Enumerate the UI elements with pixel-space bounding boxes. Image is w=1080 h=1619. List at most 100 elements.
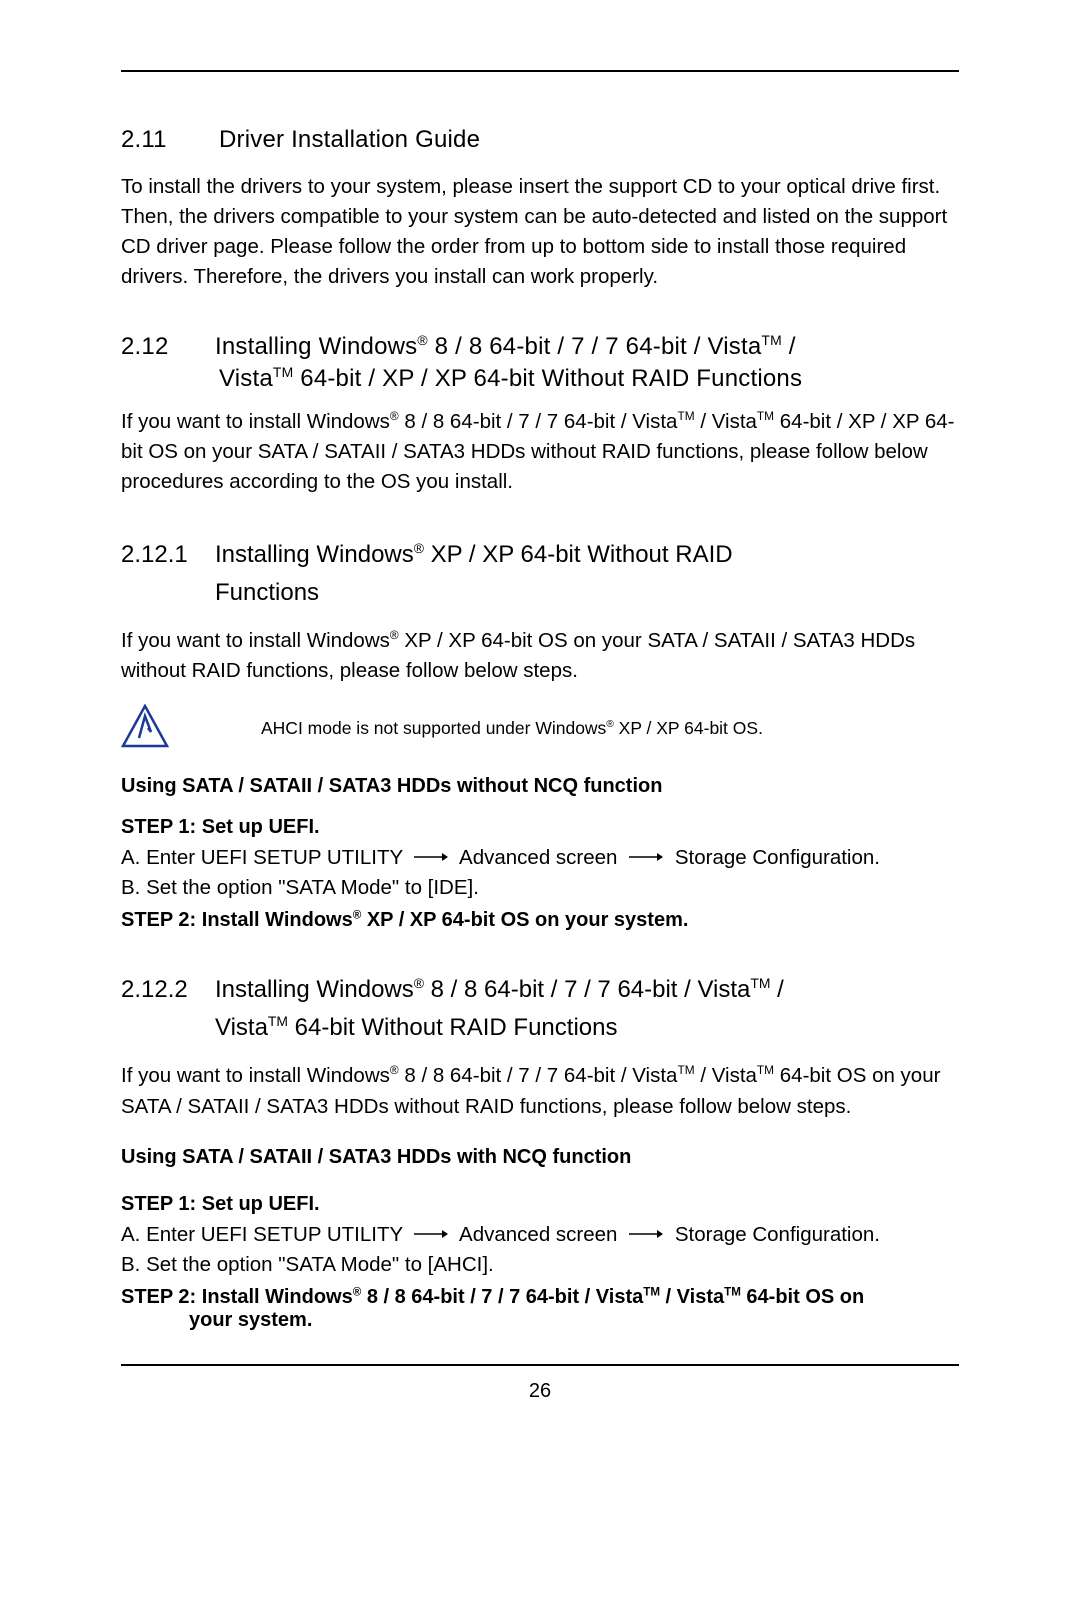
- tm-symbol: TM: [268, 1013, 288, 1029]
- body-text: / Vista: [695, 410, 757, 433]
- section-title-line2: Functions: [215, 575, 959, 611]
- title-text: Vista: [215, 1014, 268, 1041]
- step-group-1: STEP 1: Set up UEFI. A. Enter UEFI SETUP…: [121, 816, 959, 903]
- section-title: Installing Windows® 8 / 8 64-bit / 7 / 7…: [215, 972, 959, 1008]
- section-title-line2: VistaTM 64-bit / XP / XP 64-bit Without …: [219, 365, 959, 393]
- sub-heading-ncq: Using SATA / SATAII / SATA3 HDDs without…: [121, 775, 959, 798]
- heading-2-12-2: 2.12.2 Installing Windows® 8 / 8 64-bit …: [121, 972, 959, 1008]
- step-text: Advanced screen: [459, 1223, 617, 1246]
- registered-symbol: ®: [353, 1285, 362, 1298]
- heading-2-12-2-line2: VistaTM 64-bit Without RAID Functions: [121, 1010, 959, 1046]
- top-rule: [121, 70, 959, 72]
- section-title-line2: VistaTM 64-bit Without RAID Functions: [215, 1010, 959, 1046]
- section-number: 2.12: [121, 333, 179, 361]
- step-text: A. Enter UEFI SETUP UTILITY: [121, 1223, 403, 1246]
- step-text: Storage Configuration.: [675, 846, 880, 869]
- body-2-12: If you want to install Windows® 8 / 8 64…: [121, 407, 959, 497]
- section-2-12-1: 2.12.1 Installing Windows® XP / XP 64-bi…: [121, 537, 959, 933]
- heading-2-12-1: 2.12.1 Installing Windows® XP / XP 64-bi…: [121, 537, 959, 573]
- step-group-1-b: STEP 1: Set up UEFI. A. Enter UEFI SETUP…: [121, 1193, 959, 1280]
- registered-symbol: ®: [417, 332, 427, 348]
- registered-symbol: ®: [390, 1064, 399, 1078]
- title-text: Installing Windows: [215, 333, 417, 360]
- section-title: Installing Windows® 8 / 8 64-bit / 7 / 7…: [215, 333, 959, 361]
- step-2-line2: your system.: [121, 1309, 959, 1332]
- step-1b: B. Set the option "SATA Mode" to [IDE].: [121, 873, 959, 903]
- title-text: 64-bit Without RAID Functions: [288, 1014, 617, 1041]
- note-text-content: AHCI mode is not supported under Windows: [261, 718, 606, 738]
- tm-symbol: TM: [677, 409, 694, 423]
- step-2-label: STEP 2: Install Windows® XP / XP 64-bit …: [121, 909, 959, 932]
- body-text: / Vista: [695, 1064, 757, 1087]
- section-number: 2.11: [121, 126, 179, 154]
- tm-symbol: TM: [757, 1064, 774, 1078]
- tm-symbol: TM: [750, 975, 770, 991]
- tm-symbol: TM: [724, 1285, 741, 1298]
- registered-symbol: ®: [606, 719, 613, 730]
- step-1a: A. Enter UEFI SETUP UTILITY Advanced scr…: [121, 843, 959, 873]
- registered-symbol: ®: [353, 909, 362, 922]
- step-text: Storage Configuration.: [675, 1223, 880, 1246]
- page-number: 26: [121, 1380, 959, 1403]
- tm-symbol: TM: [273, 364, 293, 380]
- heading-2-12-line2: VistaTM 64-bit / XP / XP 64-bit Without …: [121, 365, 959, 393]
- title-text: XP / XP 64-bit Without RAID: [424, 541, 733, 568]
- step-text: STEP 2: Install Windows: [121, 1286, 353, 1308]
- step-text: STEP 2: Install Windows: [121, 909, 353, 931]
- heading-2-12: 2.12 Installing Windows® 8 / 8 64-bit / …: [121, 333, 959, 361]
- body-text: If you want to install Windows: [121, 1064, 390, 1087]
- step-1b: B. Set the option "SATA Mode" to [AHCI].: [121, 1250, 959, 1280]
- step-text: 8 / 8 64-bit / 7 / 7 64-bit / Vista: [361, 1286, 643, 1308]
- step-text: 64-bit OS on: [741, 1286, 864, 1308]
- heading-2-12-1-line2: Functions: [121, 575, 959, 611]
- note-row: AHCI mode is not supported under Windows…: [121, 704, 959, 753]
- body-2-11: To install the drivers to your system, p…: [121, 172, 959, 293]
- body-text: If you want to install Windows: [121, 410, 390, 433]
- warning-icon: [121, 704, 169, 753]
- body-2-12-1: If you want to install Windows® XP / XP …: [121, 626, 959, 686]
- body-text: 8 / 8 64-bit / 7 / 7 64-bit / Vista: [399, 410, 678, 433]
- arrow-icon: [414, 852, 448, 862]
- step-text: / Vista: [660, 1286, 724, 1308]
- body-text: If you want to install Windows: [121, 629, 390, 652]
- step-text: A. Enter UEFI SETUP UTILITY: [121, 846, 403, 869]
- section-2-12: 2.12 Installing Windows® 8 / 8 64-bit / …: [121, 333, 959, 497]
- body-text: 8 / 8 64-bit / 7 / 7 64-bit / Vista: [399, 1064, 678, 1087]
- title-text: /: [782, 333, 796, 360]
- bottom-rule: [121, 1364, 959, 1366]
- tm-symbol: TM: [677, 1064, 694, 1078]
- section-2-12-2: 2.12.2 Installing Windows® 8 / 8 64-bit …: [121, 972, 959, 1332]
- step-1-label: STEP 1: Set up UEFI.: [121, 1193, 959, 1216]
- title-text: 64-bit / XP / XP 64-bit Without RAID Fun…: [293, 365, 802, 392]
- arrow-icon: [629, 852, 663, 862]
- note-text-content: XP / XP 64-bit OS.: [614, 718, 763, 738]
- note-text: AHCI mode is not supported under Windows…: [261, 718, 763, 739]
- title-text: /: [771, 976, 784, 1003]
- registered-symbol: ®: [414, 975, 424, 991]
- body-2-12-2: If you want to install Windows® 8 / 8 64…: [121, 1061, 959, 1121]
- registered-symbol: ®: [390, 628, 399, 642]
- arrow-icon: [414, 1229, 448, 1239]
- title-text: Installing Windows: [215, 541, 414, 568]
- section-number: 2.12.1: [121, 537, 193, 573]
- title-text: Installing Windows: [215, 976, 414, 1003]
- tm-symbol: TM: [761, 332, 781, 348]
- arrow-icon: [629, 1229, 663, 1239]
- sub-heading-ncq: Using SATA / SATAII / SATA3 HDDs with NC…: [121, 1146, 959, 1169]
- heading-2-11: 2.11 Driver Installation Guide: [121, 126, 959, 154]
- step-text: XP / XP 64-bit OS on your system.: [361, 909, 688, 931]
- section-2-11: 2.11 Driver Installation Guide To instal…: [121, 126, 959, 293]
- section-number: 2.12.2: [121, 972, 193, 1008]
- tm-symbol: TM: [643, 1285, 660, 1298]
- section-title: Installing Windows® XP / XP 64-bit Witho…: [215, 537, 959, 573]
- title-text: Vista: [219, 365, 273, 392]
- title-text: 8 / 8 64-bit / 7 / 7 64-bit / Vista: [428, 333, 762, 360]
- step-1a: A. Enter UEFI SETUP UTILITY Advanced scr…: [121, 1220, 959, 1250]
- registered-symbol: ®: [414, 540, 424, 556]
- step-text: Advanced screen: [459, 846, 617, 869]
- section-title: Driver Installation Guide: [219, 126, 959, 154]
- step-1-label: STEP 1: Set up UEFI.: [121, 816, 959, 839]
- tm-symbol: TM: [757, 409, 774, 423]
- step-2-label: STEP 2: Install Windows® 8 / 8 64-bit / …: [121, 1286, 959, 1309]
- title-text: 8 / 8 64-bit / 7 / 7 64-bit / Vista: [424, 976, 750, 1003]
